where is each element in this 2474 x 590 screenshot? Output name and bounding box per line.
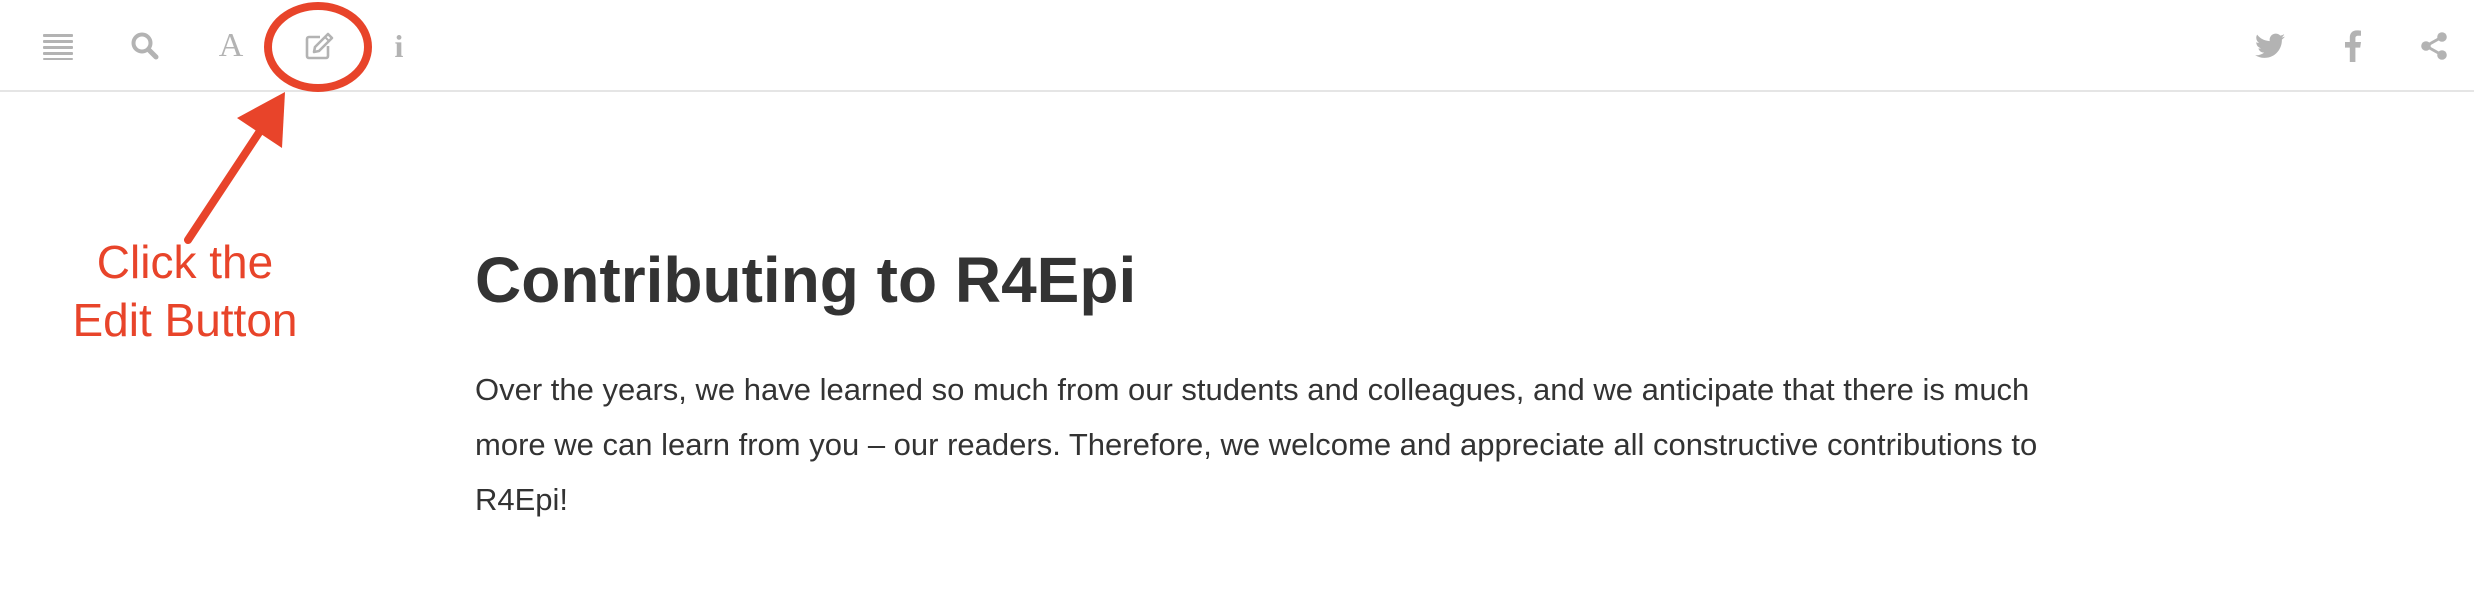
edit-icon	[305, 32, 334, 60]
annotation-label: Click the Edit Button	[30, 233, 340, 349]
search-button[interactable]	[121, 22, 169, 70]
twitter-icon	[2255, 33, 2285, 58]
annotation-arrow-head	[237, 92, 285, 148]
toolbar: A i	[0, 0, 2474, 92]
facebook-button[interactable]	[2329, 22, 2377, 70]
toc-icon	[43, 34, 73, 60]
info-button[interactable]: i	[375, 22, 423, 70]
share-button[interactable]	[2410, 22, 2458, 70]
annotation-line-2: Edit Button	[72, 294, 298, 346]
page-title: Contributing to R4Epi	[475, 244, 1137, 316]
edit-button[interactable]	[295, 22, 343, 70]
toc-button[interactable]	[34, 22, 82, 70]
share-icon	[2421, 32, 2447, 60]
search-icon	[131, 32, 159, 60]
font-settings-icon: A	[218, 27, 244, 64]
annotation-arrow-shaft	[184, 124, 266, 244]
info-icon: i	[394, 28, 404, 64]
annotation-line-1: Click the	[96, 236, 274, 288]
font-settings-button[interactable]: A	[207, 22, 255, 70]
twitter-button[interactable]	[2246, 22, 2294, 70]
intro-paragraph: Over the years, we have learned so much …	[475, 372, 2038, 517]
facebook-icon	[2345, 30, 2361, 62]
main-content: Contributing to R4Epi Over the years, we…	[475, 240, 2045, 527]
